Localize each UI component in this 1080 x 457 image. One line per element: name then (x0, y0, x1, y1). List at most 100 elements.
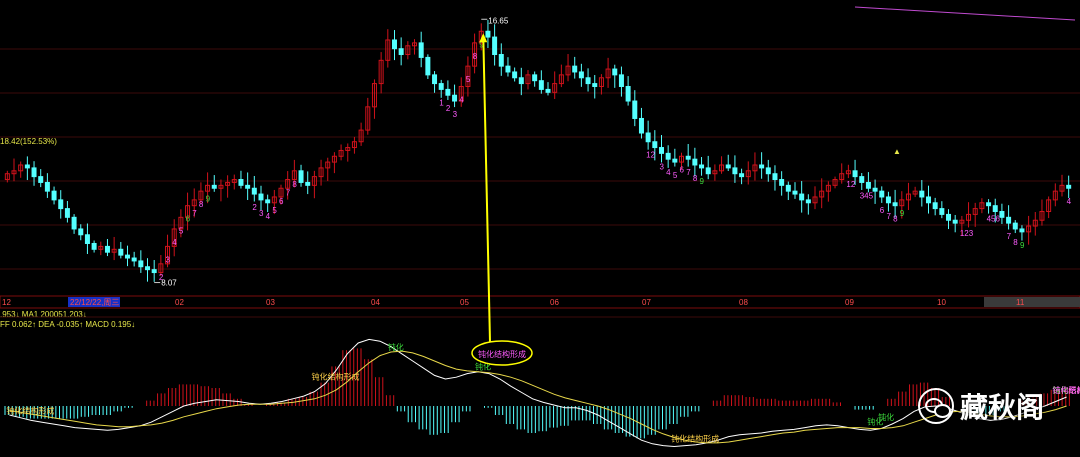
nine-turn-label: 7 (286, 189, 291, 198)
nine-turn-label: 2 (252, 203, 257, 212)
low-price-label: 8.07 (161, 279, 177, 288)
candle-body (799, 193, 805, 201)
candle-body (859, 176, 865, 183)
candle-body (578, 71, 584, 79)
macd-annotation: 钝化结构形成 (671, 434, 719, 444)
candle-body (652, 141, 658, 149)
candle-body (71, 216, 77, 230)
nine-turn-label: 12 (646, 151, 655, 160)
candle-body (64, 208, 70, 218)
candle-body (438, 83, 444, 90)
candle-body (265, 199, 271, 204)
candle-body (765, 167, 771, 175)
candle-body (992, 205, 998, 213)
candle-body (925, 196, 931, 204)
macd-annotation: 结构形成 (1053, 385, 1080, 395)
candle-body (58, 199, 64, 210)
nine-turn-label: 9 (206, 194, 211, 203)
candle-body (151, 269, 157, 274)
nine-turn-label: 3 (166, 255, 171, 264)
nine-turn-label: 3 (259, 209, 264, 218)
candle-body (258, 193, 264, 201)
candle-body (518, 77, 524, 85)
nine-turn-label: 1 (439, 98, 444, 107)
candle-body (705, 167, 711, 175)
candle-body (31, 167, 37, 178)
nine-turn-label: 2 (159, 273, 164, 282)
candle-body (38, 176, 44, 183)
small-marker: ▲ (893, 147, 901, 156)
range-label: 18.42(152.53%) (0, 137, 57, 146)
nine-turn-label: 456 (987, 215, 1001, 224)
nine-turn-label: 123 (960, 229, 974, 238)
macd-annotation: 钝化 (878, 412, 894, 422)
candle-body (398, 48, 404, 56)
candle-body (612, 68, 618, 76)
candle-body (699, 164, 705, 169)
candle-body (452, 94, 458, 102)
candle-body (505, 65, 511, 73)
candle-body (759, 164, 765, 169)
candle-body (104, 245, 110, 253)
candle-body (78, 228, 84, 236)
candle-body (785, 184, 791, 192)
nine-turn-label: 8 (693, 174, 698, 183)
nine-turn-label: 2 (446, 104, 451, 113)
candle-body (919, 190, 925, 198)
candle-body (391, 39, 397, 50)
nine-turn-label: 9 (900, 209, 905, 218)
nine-turn-label: 4 (666, 168, 671, 177)
candle-body (211, 184, 217, 189)
candle-body (138, 260, 144, 268)
candle-body (1066, 184, 1072, 189)
candle-body (658, 147, 664, 154)
nine-turn-label: 7 (886, 212, 891, 221)
date-axis-label: 10 (937, 298, 946, 307)
nine-turn-label: 9 (700, 177, 705, 186)
date-axis-label: 03 (266, 298, 275, 307)
nine-turn-label: 7 (1007, 232, 1012, 241)
candle-body (939, 208, 945, 215)
candle-body (625, 85, 631, 102)
candle-body (872, 187, 878, 192)
date-axis-label: 02 (175, 298, 184, 307)
candle-body (592, 83, 598, 87)
candle-body (986, 202, 992, 207)
date-axis-label: 11 (1016, 298, 1025, 307)
candle-body (512, 71, 518, 79)
watermark-text: 藏秋阁 (960, 391, 1045, 424)
candle-body (305, 181, 311, 186)
candle-body (732, 167, 738, 175)
nine-turn-label: 6 (880, 206, 885, 215)
nine-turn-label: 8 (1013, 238, 1018, 247)
macd-annotation: 钝化结构形成 (6, 406, 54, 416)
nine-turn-label: 8 (292, 180, 297, 189)
nine-turn-label: 7 (192, 209, 197, 218)
candle-body (665, 152, 671, 160)
candle-body (238, 179, 244, 186)
macd-header: FF 0.062↑ DEA -0.035↑ MACD 0.195↓ (0, 320, 135, 329)
nine-turn-label: 5 (272, 206, 277, 215)
candle-body (425, 56, 431, 76)
nine-turn-label: 6 (186, 215, 191, 224)
nine-turn-label: 6 (279, 197, 284, 206)
nine-turn-label: 4 (1067, 197, 1072, 206)
wechat-icon (918, 388, 954, 424)
candle-body (145, 266, 151, 271)
candle-body (91, 242, 97, 250)
candle-body (685, 155, 691, 160)
candle-body (485, 30, 491, 38)
candle-body (545, 88, 551, 93)
candle-body (572, 65, 578, 73)
nine-turn-label: 5 (466, 75, 471, 84)
candle-body (44, 181, 50, 192)
nine-turn-label: 4 (459, 95, 464, 104)
date-axis (0, 295, 1080, 309)
ma-header: .953↓ MA1 200051.203↓ (0, 310, 87, 319)
candle-body (952, 219, 958, 224)
candle-body (1012, 222, 1018, 230)
date-axis-scroll (984, 297, 1080, 307)
candle-body (492, 36, 498, 56)
macd-annotation: 钝化 (388, 342, 404, 352)
candle-body (585, 77, 591, 85)
